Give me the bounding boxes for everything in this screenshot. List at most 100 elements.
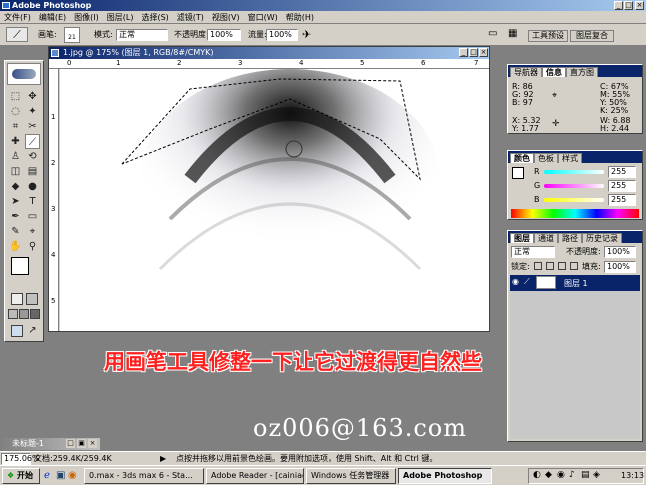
imageready-arrow-icon[interactable]: ↗ bbox=[25, 323, 40, 338]
menu-image[interactable]: 图像(I) bbox=[70, 11, 103, 24]
color-b-slider[interactable] bbox=[544, 198, 604, 202]
marquee-tool-icon[interactable]: ⬚ bbox=[8, 89, 23, 104]
tab-swatches[interactable]: 色板 bbox=[534, 153, 558, 163]
close-button[interactable]: × bbox=[635, 1, 644, 10]
tray-network-icon[interactable]: ▤ bbox=[581, 470, 590, 480]
standard-mode-icon[interactable] bbox=[11, 293, 23, 305]
menu-edit[interactable]: 编辑(E) bbox=[35, 11, 70, 24]
status-arrow-icon[interactable]: ▶ bbox=[160, 454, 166, 463]
jump-to-imageready-icon[interactable] bbox=[11, 325, 23, 337]
mode-select[interactable]: 正常 bbox=[116, 29, 168, 41]
eyedropper-icon[interactable]: ⌖ bbox=[25, 224, 40, 239]
tab-styles[interactable]: 样式 bbox=[558, 153, 582, 163]
shape-tool-icon[interactable]: ▭ bbox=[25, 209, 40, 224]
menu-window[interactable]: 窗口(W) bbox=[244, 11, 282, 24]
doc-close-button[interactable]: × bbox=[479, 48, 488, 57]
clone-stamp-icon[interactable]: ♙ bbox=[8, 149, 23, 164]
menu-layer[interactable]: 图层(L) bbox=[103, 11, 138, 24]
menu-filter[interactable]: 滤镜(T) bbox=[173, 11, 208, 24]
file-browser-icon[interactable]: ▭ bbox=[488, 28, 497, 39]
brush-size-picker[interactable]: 21 bbox=[64, 27, 80, 43]
magic-wand-icon[interactable]: ✦ bbox=[25, 104, 40, 119]
slice-tool-icon[interactable]: ✂ bbox=[25, 119, 40, 134]
document-canvas[interactable] bbox=[60, 69, 489, 331]
foreground-color-swatch[interactable] bbox=[11, 257, 29, 275]
quickmask-mode-icon[interactable] bbox=[26, 293, 38, 305]
menu-help[interactable]: 帮助(H) bbox=[282, 11, 318, 24]
quicklaunch-desktop-icon[interactable]: ▣ bbox=[56, 470, 65, 481]
blur-tool-icon[interactable]: ◆ bbox=[8, 179, 23, 194]
tray-icon-1[interactable]: ◐ bbox=[533, 470, 541, 480]
layer-opacity-input[interactable]: 100% bbox=[604, 246, 636, 258]
quicklaunch-media-icon[interactable]: ◉ bbox=[68, 470, 77, 481]
minimized-document[interactable]: 未标题-1 □ ▣ × bbox=[0, 438, 100, 450]
tray-icon-6[interactable]: ◈ bbox=[593, 470, 600, 480]
color-r-input[interactable]: 255 bbox=[608, 166, 636, 178]
layer-fill-input[interactable]: 100% bbox=[604, 261, 636, 273]
flow-input[interactable]: 100% bbox=[266, 29, 298, 41]
airbrush-icon[interactable]: ✈ bbox=[302, 28, 311, 41]
type-tool-icon[interactable]: T bbox=[25, 194, 40, 209]
screen-mode-standard-icon[interactable] bbox=[8, 309, 18, 319]
color-spectrum-bar[interactable] bbox=[511, 209, 639, 218]
layer-blend-mode-select[interactable]: 正常 bbox=[511, 246, 555, 258]
doc-minimize-button[interactable]: _ bbox=[459, 48, 468, 57]
tab-tool-presets[interactable]: 工具预设 bbox=[528, 30, 568, 42]
lock-image-icon[interactable] bbox=[546, 262, 554, 270]
tab-paths[interactable]: 路径 bbox=[558, 233, 582, 243]
taskbar-item-photoshop[interactable]: Adobe Photoshop bbox=[398, 468, 492, 484]
taskbar-item-adobe-reader[interactable]: Adobe Reader - [cainiaot... bbox=[206, 468, 304, 484]
start-button[interactable]: ❖ 开始 bbox=[2, 468, 40, 484]
tray-icon-2[interactable]: ◆ bbox=[545, 470, 552, 480]
minimized-restore-icon[interactable]: □ bbox=[66, 439, 75, 448]
opacity-input[interactable]: 100% bbox=[207, 29, 241, 41]
brush-tool-icon[interactable]: ⟋ bbox=[25, 134, 40, 149]
minimize-button[interactable]: _ bbox=[614, 1, 623, 10]
minimized-maximize-icon[interactable]: ▣ bbox=[77, 439, 86, 448]
tab-channels[interactable]: 通道 bbox=[534, 233, 558, 243]
lasso-tool-icon[interactable]: ◌ bbox=[8, 104, 23, 119]
clock[interactable]: 13:13 bbox=[621, 471, 644, 480]
color-r-slider[interactable] bbox=[544, 170, 604, 174]
gradient-tool-icon[interactable]: ▤ bbox=[25, 164, 40, 179]
zoom-tool-icon[interactable]: ⚲ bbox=[25, 239, 40, 254]
adobe-online-icon[interactable] bbox=[7, 63, 41, 85]
tab-histogram[interactable]: 直方图 bbox=[566, 67, 598, 77]
notes-tool-icon[interactable]: ✎ bbox=[8, 224, 23, 239]
screen-mode-menu-icon[interactable] bbox=[19, 309, 29, 319]
quicklaunch-ie-icon[interactable]: ℯ bbox=[44, 470, 50, 481]
layer-visibility-icon[interactable]: ◉ bbox=[512, 277, 519, 286]
doc-maximize-button[interactable]: □ bbox=[469, 48, 478, 57]
crop-tool-icon[interactable]: ⌗ bbox=[8, 119, 23, 134]
brush-tool-preset-icon[interactable]: ⟋ bbox=[6, 27, 28, 42]
lock-all-icon[interactable] bbox=[570, 262, 578, 270]
menu-view[interactable]: 视图(V) bbox=[208, 11, 244, 24]
move-tool-icon[interactable]: ✥ bbox=[25, 89, 40, 104]
tab-navigator[interactable]: 导航器 bbox=[510, 67, 542, 77]
color-g-slider[interactable] bbox=[544, 184, 604, 188]
color-b-input[interactable]: 255 bbox=[608, 194, 636, 206]
tab-info[interactable]: 信息 bbox=[542, 67, 566, 77]
tab-layer-comps[interactable]: 图层复合 bbox=[570, 30, 614, 42]
lock-transparency-icon[interactable] bbox=[534, 262, 542, 270]
tray-icon-3[interactable]: ◉ bbox=[557, 470, 565, 480]
tab-history[interactable]: 历史记录 bbox=[582, 233, 622, 243]
tab-color[interactable]: 颜色 bbox=[510, 153, 534, 163]
lock-position-icon[interactable] bbox=[558, 262, 566, 270]
tray-volume-icon[interactable]: ♪ bbox=[569, 470, 575, 480]
hand-tool-icon[interactable]: ✋ bbox=[8, 239, 23, 254]
layer-row[interactable]: ◉ ⟋ 图层 1 bbox=[510, 275, 640, 291]
maximize-button[interactable]: □ bbox=[624, 1, 633, 10]
pen-tool-icon[interactable]: ✒ bbox=[8, 209, 23, 224]
menu-select[interactable]: 选择(S) bbox=[137, 11, 172, 24]
eraser-tool-icon[interactable]: ◫ bbox=[8, 164, 23, 179]
taskbar-item-3dsmax[interactable]: 0.max - 3ds max 6 - Sta... bbox=[84, 468, 204, 484]
brush-palette-icon[interactable]: ▦ bbox=[508, 28, 517, 39]
dodge-tool-icon[interactable]: ● bbox=[25, 179, 40, 194]
screen-mode-full-icon[interactable] bbox=[30, 309, 40, 319]
healing-brush-icon[interactable]: ✚ bbox=[8, 134, 23, 149]
history-brush-icon[interactable]: ⟲ bbox=[25, 149, 40, 164]
path-select-icon[interactable]: ➤ bbox=[8, 194, 23, 209]
menu-file[interactable]: 文件(F) bbox=[0, 11, 35, 24]
minimized-close-icon[interactable]: × bbox=[88, 439, 97, 448]
